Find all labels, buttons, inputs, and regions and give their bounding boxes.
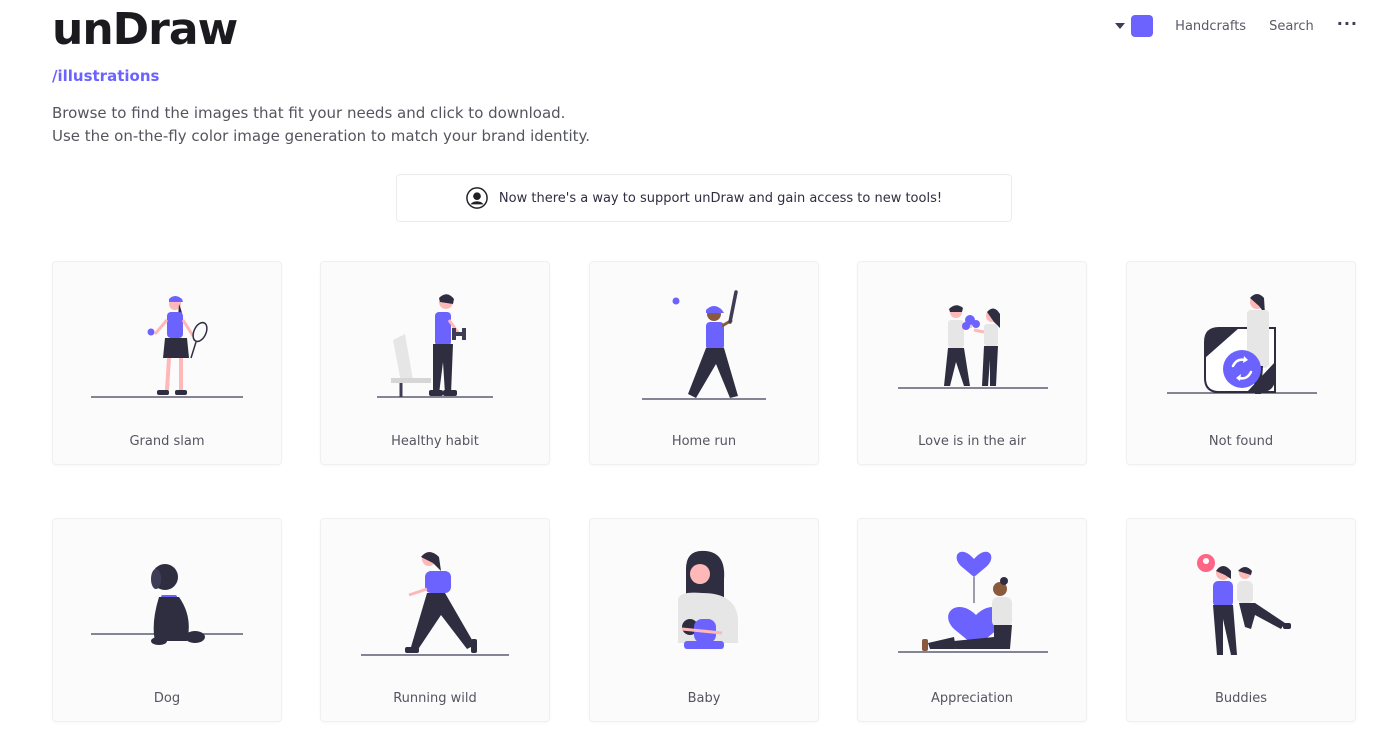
mother-baby-illustration [678,550,738,649]
illustration-title: Appreciation [930,691,1014,706]
illustration-title: Running wild [393,691,477,706]
illustration-title: Home run [671,434,737,449]
illustration-title: Baby [687,691,721,706]
accent-color-swatch[interactable] [1131,15,1154,37]
baseball-player-illustration [642,290,766,400]
illustration-card-dog[interactable]: Dog [52,518,282,722]
undraw-logo[interactable]: unDraw [52,4,238,55]
illustrations-link[interactable]: /illustrations [52,67,159,85]
illustration-card-love-is-in-the-air[interactable]: Love is in the air [857,261,1087,465]
friends-illustration [1197,554,1291,655]
illustration-card-buddies[interactable]: Buddies [1126,518,1356,722]
illustration-card-running-wild[interactable]: Running wild [320,518,550,722]
tennis-player-illustration [91,296,243,398]
banner-text: Now there's a way to support unDraw and … [498,190,943,206]
illustration-title: Grand slam [129,434,205,449]
illustration-title: Healthy habit [391,434,479,449]
illustration-card-healthy-habit[interactable]: Healthy habit [320,261,550,465]
nav-search-link[interactable]: Search [1269,19,1314,34]
support-banner[interactable]: Now there's a way to support unDraw and … [396,174,1012,222]
not-found-illustration [1167,294,1317,394]
color-picker[interactable] [1115,15,1154,37]
heart-illustration [898,551,1048,653]
couple-illustration [898,305,1048,389]
workout-illustration [377,294,493,398]
illustration-title: Buddies [1214,691,1268,706]
more-menu-icon[interactable]: ··· [1337,14,1358,33]
illustration-card-grand-slam[interactable]: Grand slam [52,261,282,465]
illustration-title: Love is in the air [918,434,1026,449]
nav-handcrafts-link[interactable]: Handcrafts [1175,19,1246,34]
caret-down-icon[interactable] [1115,23,1126,29]
top-nav: Handcrafts Search ··· [1115,14,1358,38]
illustration-title: Dog [153,691,181,706]
illustration-card-baby[interactable]: Baby [589,518,819,722]
dog-illustration [91,564,243,645]
illustration-card-not-found[interactable]: Not found [1126,261,1356,465]
illustration-title: Not found [1208,434,1274,449]
intro-text: Browse to find the images that fit your … [52,104,591,145]
user-avatar-icon [466,187,488,209]
illustration-card-appreciation[interactable]: Appreciation [857,518,1087,722]
illustration-card-home-run[interactable]: Home run [589,261,819,465]
runner-illustration [361,552,509,656]
